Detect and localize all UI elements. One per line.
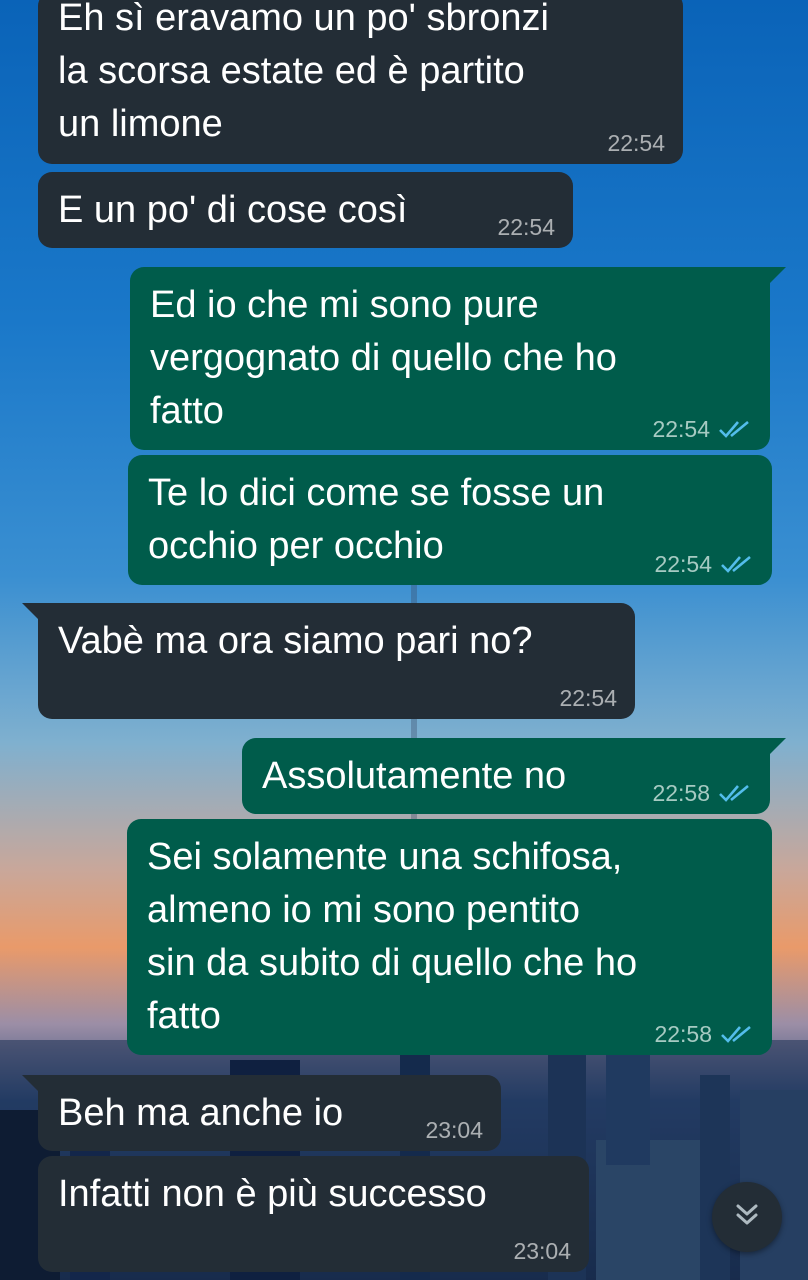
message-bubble-incoming[interactable]: Eh sì eravamo un po' sbronzi la scorsa e… bbox=[38, 0, 683, 164]
message-text: Vabè ma ora siamo pari no? bbox=[58, 620, 533, 662]
message-bubble-outgoing[interactable]: Te lo dici come se fosse un occhio per o… bbox=[128, 455, 772, 585]
double-chevron-down-icon bbox=[732, 1200, 762, 1235]
message-bubble-incoming[interactable]: Infatti non è più successo 23:04 bbox=[38, 1156, 589, 1272]
double-check-icon bbox=[718, 419, 752, 439]
message-bubble-outgoing[interactable]: Assolutamente no 22:58 bbox=[242, 738, 786, 814]
message-timestamp: 22:58 bbox=[654, 1021, 754, 1047]
message-text: Eh sì eravamo un po' sbronzi la scorsa e… bbox=[58, 0, 549, 145]
message-text: Ed io che mi sono pure vergognato di que… bbox=[150, 284, 617, 432]
message-bubble-outgoing[interactable]: Ed io che mi sono pure vergognato di que… bbox=[130, 267, 786, 450]
message-text: Beh ma anche io bbox=[58, 1092, 344, 1134]
message-timestamp: 22:54 bbox=[559, 685, 617, 711]
message-bubble-incoming[interactable]: Vabè ma ora siamo pari no? 22:54 bbox=[22, 603, 635, 719]
message-bubble-outgoing[interactable]: Sei solamente una schifosa, almeno io mi… bbox=[127, 819, 772, 1055]
message-text: Sei solamente una schifosa, almeno io mi… bbox=[147, 836, 638, 1037]
message-timestamp: 22:54 bbox=[652, 416, 752, 442]
message-text: E un po' di cose così bbox=[58, 189, 408, 231]
message-bubble-incoming[interactable]: E un po' di cose così 22:54 bbox=[38, 172, 573, 248]
message-bubble-incoming[interactable]: Beh ma anche io 23:04 bbox=[22, 1075, 501, 1151]
message-timestamp: 22:54 bbox=[654, 551, 754, 577]
message-timestamp: 23:04 bbox=[425, 1117, 483, 1143]
scroll-to-bottom-button[interactable] bbox=[712, 1182, 782, 1252]
message-timestamp: 23:04 bbox=[513, 1238, 571, 1264]
message-text: Infatti non è più successo bbox=[58, 1173, 487, 1215]
double-check-icon bbox=[720, 1024, 754, 1044]
double-check-icon bbox=[720, 554, 754, 574]
double-check-icon bbox=[718, 783, 752, 803]
message-timestamp: 22:58 bbox=[652, 780, 752, 806]
message-timestamp: 22:54 bbox=[497, 214, 555, 240]
message-timestamp: 22:54 bbox=[607, 130, 665, 156]
